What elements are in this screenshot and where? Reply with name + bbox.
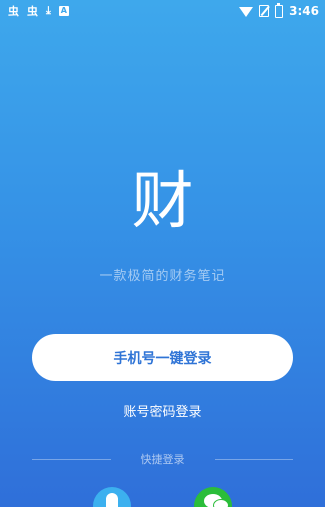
divider-line [32, 458, 111, 460]
download-icon: ⤓ [46, 4, 51, 17]
battery-icon [275, 2, 284, 18]
status-bar: 虫 虫 ⤓ A 3:46 [0, 0, 325, 22]
status-bar-left: 虫 虫 ⤓ A [8, 3, 69, 19]
wifi-icon [239, 6, 254, 17]
quick-login-label: 快捷登录 [140, 453, 185, 466]
wechat-icon [204, 494, 229, 507]
status-bar-right: 3:46 [239, 2, 319, 18]
app-logo: 财 [131, 164, 194, 237]
app-notification-icon: 虫 [27, 5, 38, 18]
password-login-link[interactable]: 账号密码登录 [0, 401, 325, 420]
qq-icon [106, 493, 118, 507]
apk-icon: A [58, 6, 69, 16]
quick-login-divider: 快捷登录 [32, 451, 293, 467]
app-tagline: 一款极简的财务笔记 [99, 269, 226, 284]
wechat-login-button[interactable] [194, 487, 232, 507]
app-notification-icon: 虫 [8, 5, 19, 18]
qq-login-button[interactable] [93, 487, 131, 507]
phone-one-click-login-button[interactable]: 手机号一键登录 [32, 334, 293, 381]
no-sim-icon [259, 5, 270, 17]
status-time: 3:46 [289, 4, 319, 18]
divider-line [214, 458, 293, 460]
